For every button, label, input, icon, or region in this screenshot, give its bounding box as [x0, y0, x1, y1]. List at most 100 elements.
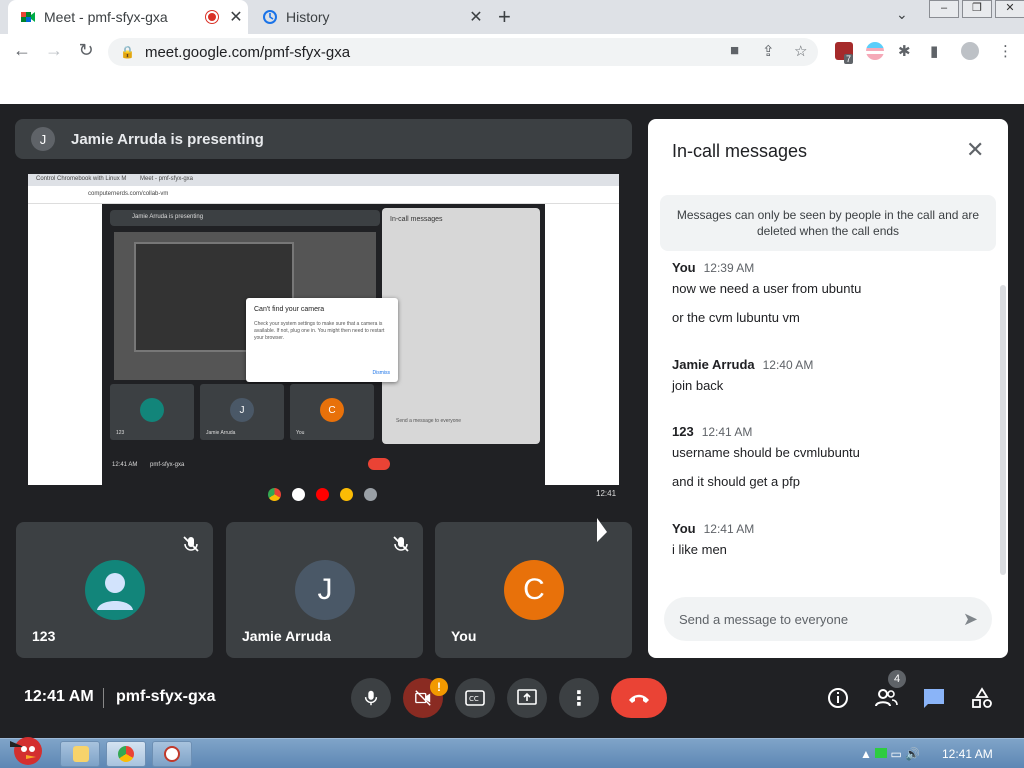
share-icon[interactable]: ⇪ [762, 42, 775, 60]
shared-tile: J Jamie Arruda [200, 384, 284, 440]
lock-icon: 🔒 [120, 45, 135, 59]
profile-avatar-icon[interactable] [961, 42, 979, 60]
message-text: join back [672, 378, 724, 393]
message-text: i like men [672, 542, 727, 557]
end-call-button[interactable] [611, 678, 667, 718]
reload-icon[interactable]: ↻ [74, 40, 98, 61]
close-chat-icon[interactable]: ✕ [966, 137, 984, 163]
taskbar-explorer-button[interactable] [60, 741, 100, 767]
people-count-badge: 4 [888, 670, 906, 688]
side-panel-icon[interactable]: ▮ [930, 42, 938, 60]
browser-menu-icon[interactable]: ⋮ [998, 42, 1013, 60]
shared-tile-name: Jamie Arruda [206, 430, 236, 436]
message-time: 12:39 AM [703, 261, 755, 275]
tab-meet[interactable]: Meet - pmf-sfyx-gxa ✕ [8, 0, 248, 34]
activities-button[interactable] [968, 684, 996, 712]
chat-button[interactable] [920, 684, 948, 712]
shared-address-bar: computernerds.com/collab-vm [28, 186, 619, 204]
shared-bottom-bar: 12:41 AM pmf-sfyx-gxa [102, 452, 545, 485]
participant-name: You [451, 628, 477, 644]
chat-notice: Messages can only be seen by people in t… [660, 195, 996, 251]
shared-tab-bar: Control Chromebook with Linux M Meet - p… [28, 174, 619, 186]
forward-icon[interactable]: → [42, 40, 66, 61]
photos-shelf-icon [340, 488, 353, 501]
shared-url: computernerds.com/collab-vm [88, 191, 169, 197]
browser-toolbar: ← → ↻ 🔒 meet.google.com/pmf-sfyx-gxa ■ ⇪… [0, 34, 1024, 70]
svg-text:CC: CC [469, 695, 479, 703]
send-icon[interactable]: ➤ [963, 609, 978, 630]
tab-close-icon[interactable]: ✕ [464, 7, 488, 27]
message-text: and it should get a pfp [672, 474, 800, 489]
windows-taskbar: ▲ ▭ 🔊 12:41 AM [0, 737, 1024, 768]
shared-meet-window: Jamie Arruda is presenting In-call messa… [102, 204, 545, 485]
captions-button[interactable]: CC [455, 678, 495, 718]
extension-flag-icon[interactable] [866, 42, 884, 60]
chat-panel: In-call messages ✕ Messages can only be … [648, 119, 1008, 658]
participant-name: 123 [32, 628, 56, 644]
minimize-button[interactable]: – [929, 0, 959, 18]
extension-badge: 7 [844, 54, 854, 64]
participant-tile-you[interactable]: C You [435, 522, 632, 658]
present-button[interactable] [507, 678, 547, 718]
shared-chat-title: In-call messages [390, 216, 443, 223]
folder-icon [73, 746, 89, 762]
chat-message-input[interactable]: Send a message to everyone ➤ [664, 597, 992, 641]
meeting-time: 12:41 AM [24, 688, 94, 705]
address-bar[interactable]: 🔒 meet.google.com/pmf-sfyx-gxa [108, 38, 818, 66]
hang-up-icon [629, 694, 649, 703]
presenting-text: Jamie Arruda is presenting [71, 130, 264, 148]
message-group: 123 12:41 AM username should be cvmlubunt… [672, 423, 992, 489]
shelf-clock: 12:41 [596, 489, 617, 498]
participant-avatar [85, 560, 145, 620]
message-time: 12:40 AM [762, 358, 814, 372]
activities-shapes-icon [972, 687, 992, 708]
more-options-button[interactable]: ⋮ [559, 678, 599, 718]
shared-tab-title: Meet - pmf-sfyx-gxa [140, 176, 194, 182]
tab-close-icon[interactable]: ✕ [224, 7, 248, 27]
history-icon [263, 10, 277, 24]
people-button[interactable] [872, 684, 900, 712]
shared-tile-name: 123 [116, 430, 125, 436]
presenting-banner: J Jamie Arruda is presenting [15, 119, 632, 159]
shared-screen: Control Chromebook with Linux M Meet - p… [28, 174, 619, 485]
info-icon [828, 688, 848, 708]
message-group: Jamie Arruda 12:40 AM join back [672, 356, 992, 393]
shared-tile: C You [290, 384, 374, 440]
meeting-code: pmf-sfyx-gxa [116, 688, 216, 705]
tab-history[interactable]: History ✕ [252, 0, 488, 34]
participant-tile-jamie[interactable]: J Jamie Arruda [226, 522, 423, 658]
mic-muted-icon [183, 536, 199, 552]
new-tab-button[interactable]: + [498, 4, 511, 30]
tab-title: Meet - pmf-sfyx-gxa [44, 9, 168, 25]
microphone-button[interactable] [351, 678, 391, 718]
tab-search-icon[interactable]: ⌄ [896, 6, 908, 23]
chat-icon [924, 689, 944, 708]
taskbar-chrome-button[interactable] [106, 741, 146, 767]
meeting-details-button[interactable] [824, 684, 852, 712]
maximize-button[interactable]: ❐ [962, 0, 992, 18]
shared-tile-name: You [296, 430, 305, 436]
participant-avatar: J [295, 560, 355, 620]
captions-icon: CC [465, 690, 485, 706]
participant-name: Jamie Arruda [242, 628, 331, 644]
shared-code: pmf-sfyx-gxa [150, 462, 185, 468]
taskbar-app-button[interactable] [152, 741, 192, 767]
chromeos-shelf: 12:41 [28, 485, 619, 505]
dialog-body: Check your system settings to make sure … [254, 321, 385, 341]
tray-icons[interactable]: ▲ ▭ 🔊 [860, 747, 920, 761]
chat-scrollbar[interactable] [1000, 285, 1006, 575]
settings-shelf-icon [364, 488, 377, 501]
start-angry-bird-icon[interactable] [2, 731, 50, 767]
bookmark-star-icon[interactable]: ☆ [794, 42, 807, 60]
camera-blocked-icon[interactable]: ■ [730, 42, 739, 59]
back-icon[interactable]: ← [10, 40, 34, 61]
divider [103, 688, 104, 708]
extensions-puzzle-icon[interactable]: ✱ [898, 42, 911, 60]
message-text: now we need a user from ubuntu [672, 281, 862, 296]
camera-warning-badge: ! [430, 678, 448, 696]
close-window-button[interactable]: ✕ [995, 0, 1024, 18]
message-sender: Jamie Arruda [672, 357, 755, 372]
chat-input-placeholder: Send a message to everyone [679, 611, 849, 627]
participant-tile-123[interactable]: 123 [16, 522, 213, 658]
shared-tile-avatar: J [230, 398, 254, 422]
